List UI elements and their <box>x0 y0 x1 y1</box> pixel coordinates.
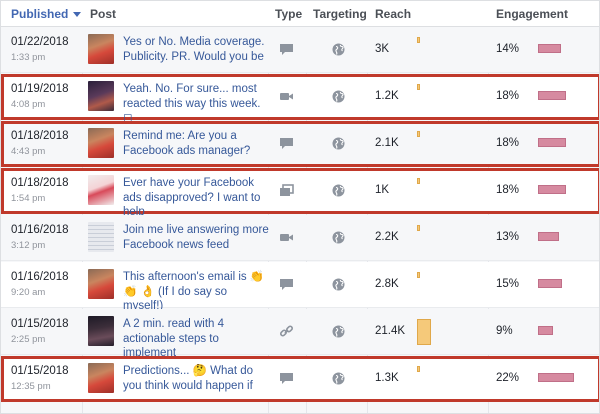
post-link[interactable]: A 2 min. read with 4 actionable steps to… <box>123 317 269 361</box>
post-thumbnail[interactable] <box>88 34 114 64</box>
post-thumbnail[interactable] <box>88 316 114 346</box>
engagement-value: 14% <box>496 43 520 55</box>
engagement-bar <box>538 138 566 147</box>
published-date: 01/18/2018 <box>11 177 69 189</box>
header-engagement[interactable]: Engagement <box>496 1 568 27</box>
reach-bar <box>417 37 420 43</box>
post-link[interactable]: This afternoon's email is 👏👏 👌 (If I do … <box>123 270 269 314</box>
header-post[interactable]: Post <box>90 1 116 27</box>
reach-value: 2.1K <box>375 137 399 149</box>
reach-value: 1.3K <box>375 372 399 384</box>
post-link[interactable]: Join me live answering more Facebook new… <box>123 223 269 252</box>
published-date: 01/16/2018 <box>11 224 69 236</box>
status-icon <box>279 372 294 385</box>
reach-value: 1K <box>375 184 390 196</box>
published-time: 2:25 pm <box>11 334 46 345</box>
header-reach[interactable]: Reach <box>375 1 411 27</box>
post-thumbnail[interactable] <box>88 269 114 299</box>
reach-value: 21.4K <box>375 325 406 337</box>
published-date: 01/16/2018 <box>11 271 69 283</box>
header-targeting[interactable]: Targeting <box>313 1 367 27</box>
globe-icon[interactable] <box>332 372 345 385</box>
engagement-value: 15% <box>496 278 520 290</box>
reach-bar <box>417 272 420 278</box>
reach-value: 3K <box>375 43 390 55</box>
published-date: 01/22/2018 <box>11 36 69 48</box>
engagement-bar <box>538 91 566 100</box>
globe-icon[interactable] <box>332 278 345 291</box>
reach-bar <box>417 178 420 184</box>
engagement-value: 18% <box>496 90 520 102</box>
post-thumbnail[interactable] <box>88 175 114 205</box>
reach-bar <box>417 366 420 372</box>
link-icon <box>279 325 294 338</box>
globe-icon[interactable] <box>332 325 345 338</box>
table-row[interactable]: 01/22/2018 1:33 pm Yes or No. Media covera… <box>1 27 599 73</box>
post-link[interactable]: Yeah. No. For sure... most reacted this … <box>123 82 269 126</box>
header-type[interactable]: Type <box>275 1 302 27</box>
table-row[interactable]: 01/16/2018 9:20 am This afternoon's email … <box>1 262 599 312</box>
reach-value: 2.2K <box>375 231 399 243</box>
published-time: 9:20 am <box>11 287 46 298</box>
published-date: 01/15/2018 <box>11 365 69 377</box>
engagement-bar <box>538 232 559 241</box>
table-row[interactable]: 01/18/2018 4:43 pm Remind me: Are you a Fa… <box>1 121 599 167</box>
post-thumbnail[interactable] <box>88 128 114 158</box>
post-link[interactable]: Ever have your Facebook ads disapproved?… <box>123 176 269 220</box>
table-row[interactable]: 01/16/2018 3:12 pm Join me live answering … <box>1 215 599 261</box>
status-icon <box>279 43 294 56</box>
published-date: 01/15/2018 <box>11 318 69 330</box>
post-thumbnail[interactable] <box>88 81 114 111</box>
reach-bar <box>417 319 431 345</box>
table-header: Published Post Type Targeting Reach Enga… <box>1 1 599 27</box>
globe-icon[interactable] <box>332 137 345 150</box>
engagement-bar <box>538 279 562 288</box>
header-published-label: Published <box>11 7 69 21</box>
reach-bar <box>417 131 420 137</box>
published-date: 01/18/2018 <box>11 130 69 142</box>
reach-value: 1.2K <box>375 90 399 102</box>
globe-icon[interactable] <box>332 43 345 56</box>
reach-value: 2.8K <box>375 278 399 290</box>
post-thumbnail[interactable] <box>88 363 114 393</box>
post-insights-table: Published Post Type Targeting Reach Enga… <box>0 0 600 414</box>
reach-bar <box>417 225 420 231</box>
header-published-sort[interactable]: Published <box>11 1 82 27</box>
published-time: 12:35 pm <box>11 381 51 392</box>
sort-descending-icon <box>73 12 82 17</box>
post-link[interactable]: Yes or No. Media coverage. Publicity. PR… <box>123 35 269 64</box>
table-row[interactable]: 01/19/2018 4:08 pm Yeah. No. For sure... m… <box>1 74 599 124</box>
video-icon <box>279 231 294 244</box>
globe-icon[interactable] <box>332 184 345 197</box>
engagement-value: 18% <box>496 137 520 149</box>
engagement-bar <box>538 44 561 53</box>
table-row[interactable]: 01/15/2018 12:35 pm Predictions... 🤔 What … <box>1 356 599 402</box>
status-icon <box>279 278 294 291</box>
published-time: 1:54 pm <box>11 193 46 204</box>
published-time: 4:43 pm <box>11 146 46 157</box>
published-time: 4:08 pm <box>11 99 46 110</box>
post-link[interactable]: Predictions... 🤔 What do you think would… <box>123 364 269 393</box>
post-thumbnail[interactable] <box>88 222 114 252</box>
table-row[interactable]: 01/15/2018 2:25 pm A 2 min. read with 4 ac… <box>1 309 599 359</box>
engagement-value: 9% <box>496 325 513 337</box>
globe-icon[interactable] <box>332 90 345 103</box>
engagement-value: 18% <box>496 184 520 196</box>
video-icon <box>279 90 294 103</box>
published-time: 3:12 pm <box>11 240 46 251</box>
table-row[interactable]: 01/18/2018 1:54 pm Ever have your Facebook… <box>1 168 599 218</box>
post-link[interactable]: Remind me: Are you a Facebook ads manage… <box>123 129 269 158</box>
engagement-bar <box>538 185 566 194</box>
published-date: 01/19/2018 <box>11 83 69 95</box>
engagement-value: 22% <box>496 372 520 384</box>
globe-icon[interactable] <box>332 231 345 244</box>
engagement-bar <box>538 373 574 382</box>
status-icon <box>279 137 294 150</box>
engagement-bar <box>538 326 553 335</box>
carousel-icon <box>279 184 294 197</box>
engagement-value: 13% <box>496 231 520 243</box>
published-time: 1:33 pm <box>11 52 46 63</box>
reach-bar <box>417 84 420 90</box>
